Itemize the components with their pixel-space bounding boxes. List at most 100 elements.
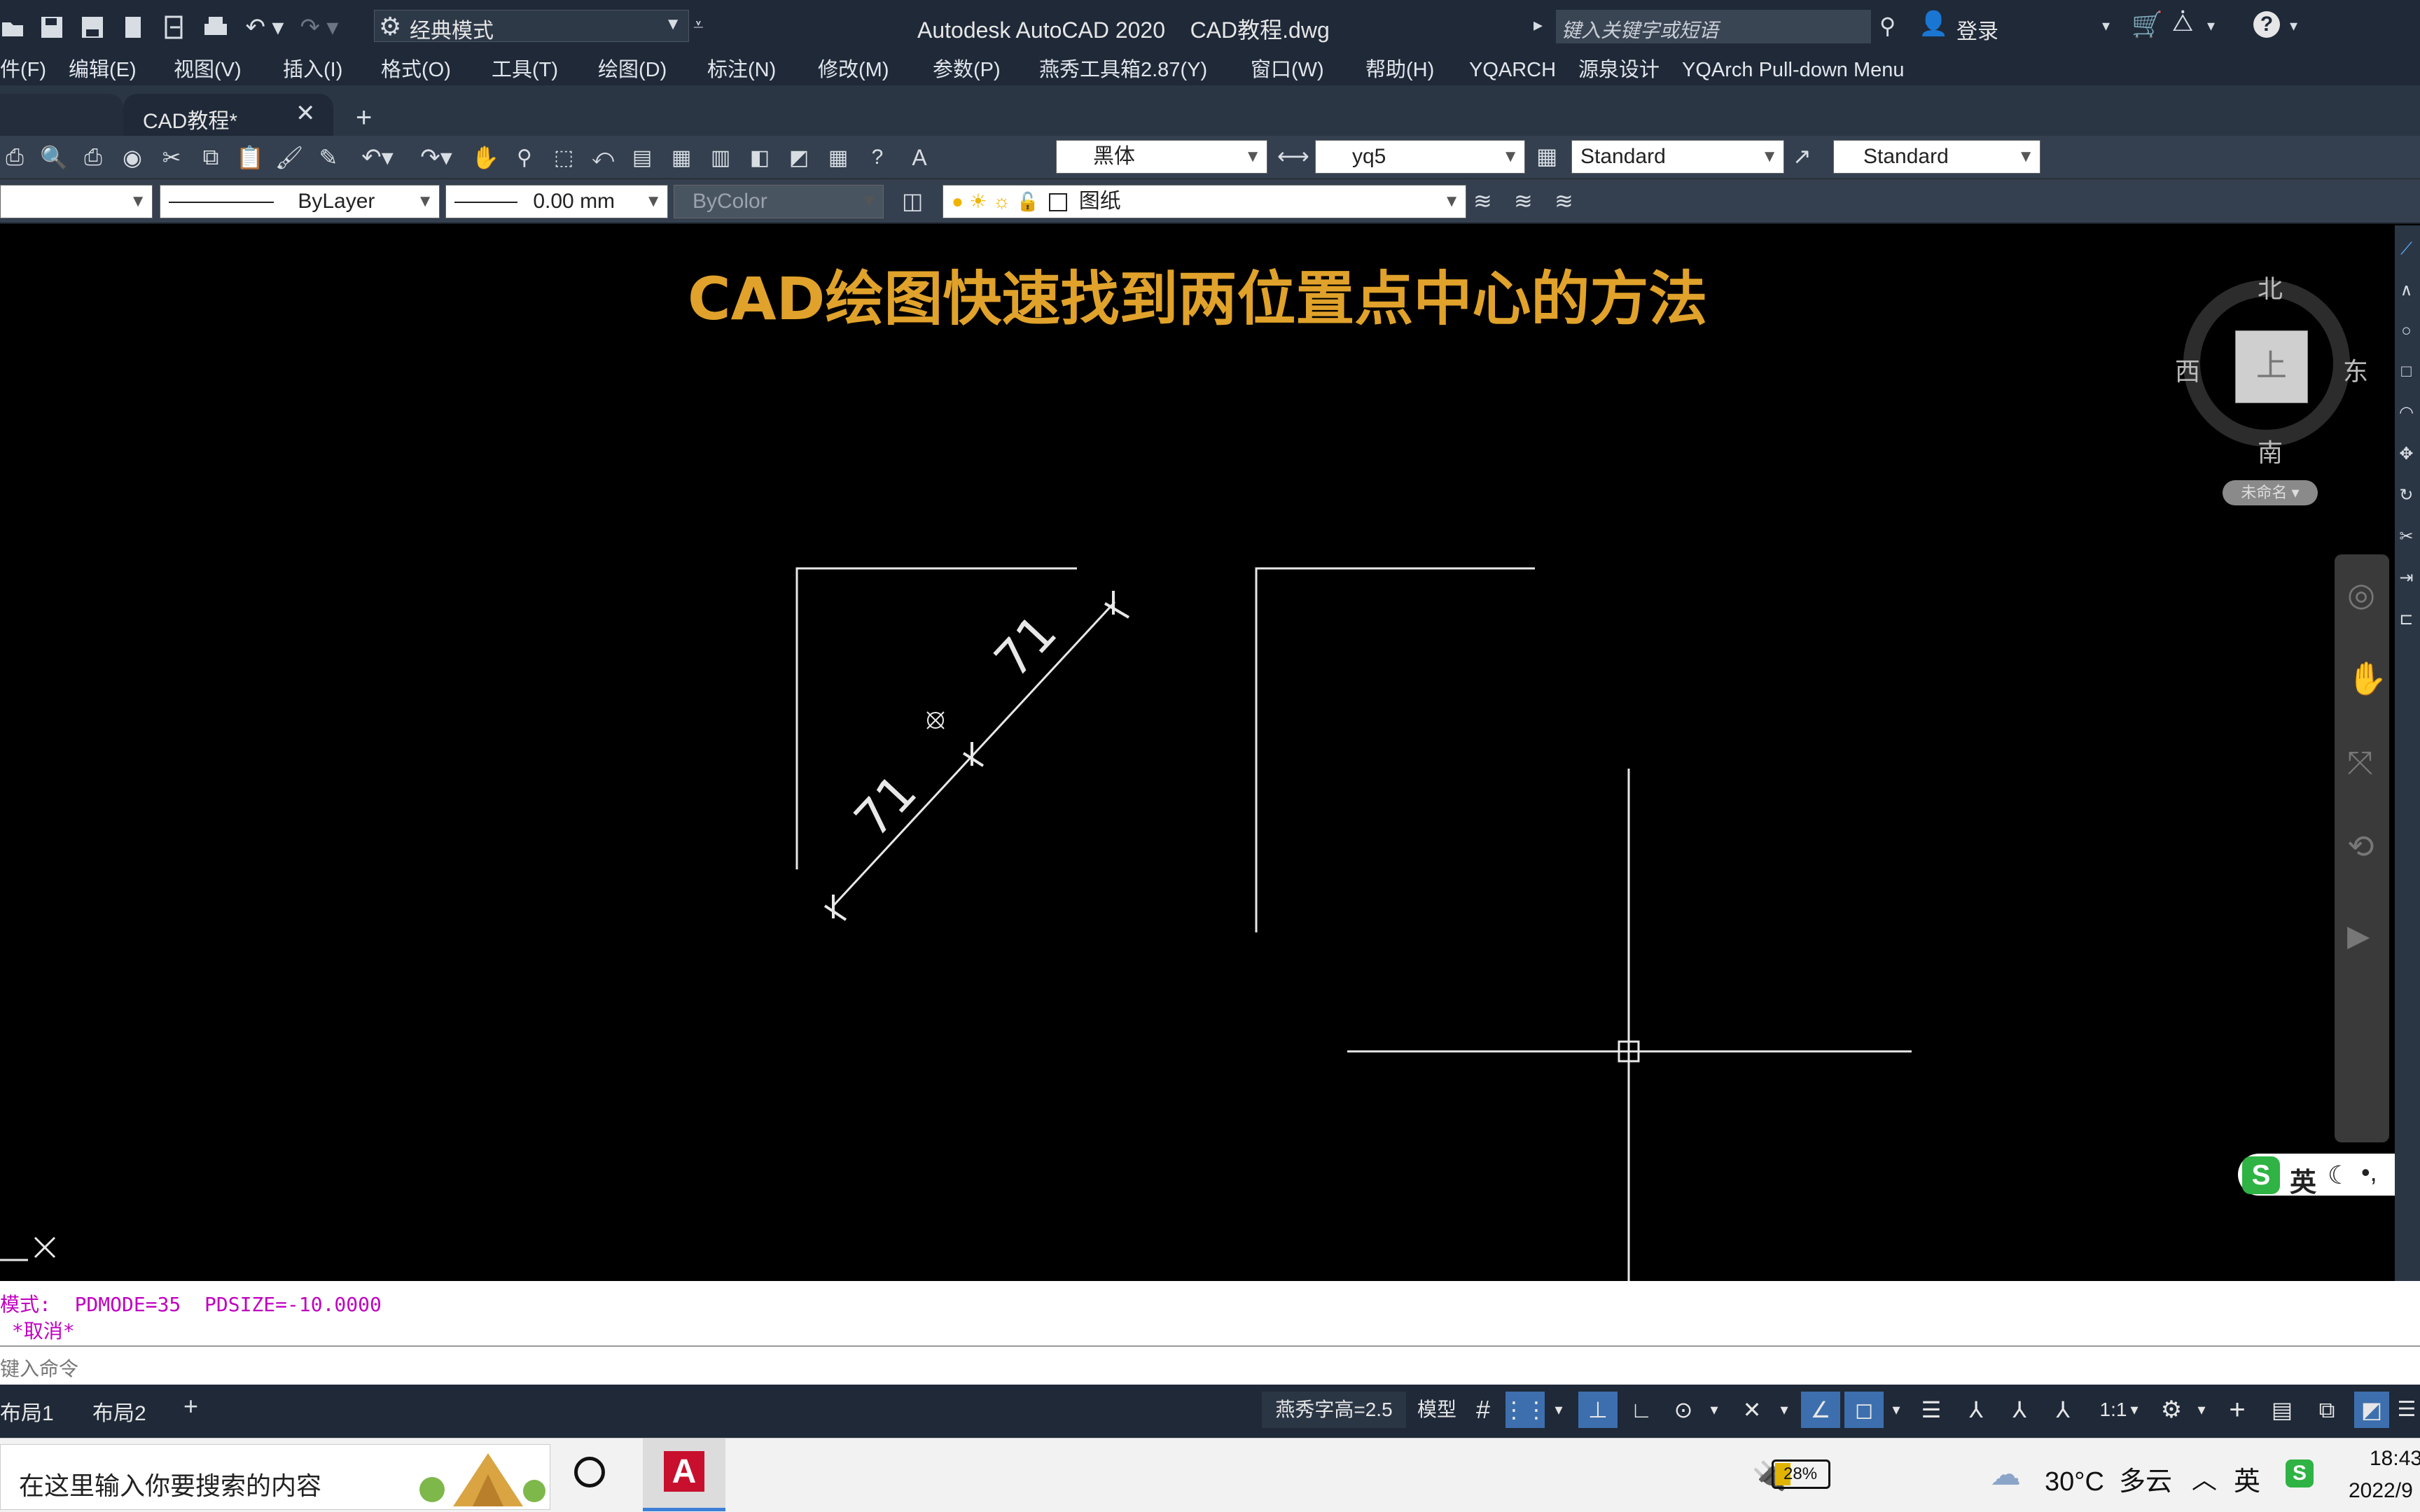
customize-quick-access-icon[interactable]: ⩡ bbox=[693, 14, 704, 36]
taskbar-search-box[interactable]: 在这里输入你要搜索的内容 bbox=[0, 1444, 550, 1510]
drawing-canvas[interactable]: CAD绘图快速找到两位置点中心的方法 71 71 北 南 西 东 上 未命名 ▾… bbox=[0, 225, 2395, 1281]
arc-tool-icon[interactable]: ◠ bbox=[2399, 402, 2414, 423]
light-bulb-icon[interactable]: ● bbox=[952, 186, 964, 218]
undo-icon[interactable]: ↶▾ bbox=[353, 144, 402, 172]
polyline-tool-icon[interactable]: ∧ bbox=[2399, 280, 2414, 300]
multileader-style-select[interactable]: Standard ▼ bbox=[1833, 140, 2040, 174]
layer-properties-icon[interactable]: ◫ bbox=[902, 188, 923, 214]
table-style-icon[interactable]: ▦ bbox=[1536, 143, 1557, 169]
login-button[interactable]: 登录 bbox=[1956, 14, 1998, 45]
redo-icon[interactable]: ↷▾ bbox=[412, 144, 461, 172]
chevron-down-icon[interactable]: ▾ bbox=[2122, 1392, 2147, 1428]
taskbar-date[interactable]: 2022/9 bbox=[2349, 1479, 2413, 1503]
ime-status-badge[interactable]: S 英 ☾ •, bbox=[2238, 1154, 2395, 1198]
preview-icon[interactable]: 🔍 bbox=[39, 144, 69, 171]
open-icon[interactable] bbox=[0, 13, 25, 41]
compass-south[interactable]: 南 bbox=[2258, 433, 2283, 469]
markup-icon[interactable]: ◩ bbox=[784, 146, 814, 170]
paste-icon[interactable]: 📋 bbox=[235, 144, 265, 171]
showmotion-icon[interactable]: ▶ bbox=[2347, 918, 2370, 953]
chevron-down-icon[interactable]: ▾ bbox=[1702, 1392, 1727, 1428]
multileader-style-icon[interactable]: ↗ bbox=[1793, 143, 1811, 169]
properties-icon[interactable]: ▤ bbox=[627, 146, 657, 170]
chevron-down-icon[interactable]: ▾ bbox=[1884, 1392, 1909, 1428]
menu-view[interactable]: 视图(V) bbox=[174, 55, 242, 85]
compass-west[interactable]: 西 bbox=[2175, 351, 2200, 388]
command-input[interactable]: 键入命令 bbox=[0, 1345, 2420, 1385]
chevron-right-icon[interactable]: ▸ bbox=[1534, 14, 1543, 36]
zoom-extents-icon[interactable]: ⤧ bbox=[2347, 743, 2373, 783]
polar-tracking-icon[interactable]: ⊙ bbox=[1665, 1392, 1702, 1428]
menu-draw[interactable]: 绘图(D) bbox=[598, 55, 667, 85]
menu-format[interactable]: 格式(O) bbox=[381, 55, 451, 85]
help-icon[interactable]: ? bbox=[2253, 11, 2280, 38]
steering-wheel-icon[interactable]: ◎ bbox=[2347, 575, 2375, 613]
print-icon[interactable]: ⎙ bbox=[0, 144, 29, 171]
line-tool-icon[interactable]: ⟋ bbox=[2399, 239, 2414, 259]
binoculars-icon[interactable]: ⚲ bbox=[1879, 13, 1896, 39]
object-snap-tracking-icon[interactable]: ∠ bbox=[1801, 1392, 1840, 1428]
table-style-select[interactable]: Standard ▼ bbox=[1571, 140, 1784, 174]
customize-icon[interactable]: ☰ bbox=[2393, 1392, 2420, 1428]
copy-icon[interactable]: ⧉ bbox=[196, 144, 225, 171]
menu-yqarch-pulldown[interactable]: YQArch Pull-down Menu bbox=[1682, 55, 1905, 85]
annotation-visibility-icon[interactable]: ⅄ bbox=[1958, 1392, 1994, 1428]
annotation-scale-icon[interactable]: ⅄ bbox=[2045, 1392, 2081, 1428]
chevron-down-icon[interactable]: ▾ bbox=[1772, 1392, 1797, 1428]
calculator-icon[interactable]: ▦ bbox=[823, 146, 853, 170]
print-icon[interactable] bbox=[200, 13, 231, 41]
dimension-style-select[interactable]: yq5 ▼ bbox=[1315, 140, 1525, 174]
taskbar-time[interactable]: 18:43 bbox=[2370, 1447, 2420, 1471]
layer-select[interactable]: ● ☀ ☼ 🔓 图纸 ▼ bbox=[943, 185, 1466, 218]
battery-indicator[interactable]: 28% bbox=[1772, 1460, 1830, 1489]
lock-icon[interactable]: 🔓 bbox=[1017, 186, 1039, 218]
3d-dwf-icon[interactable]: ◉ bbox=[118, 144, 147, 171]
pan-icon[interactable]: ✋ bbox=[2347, 659, 2387, 698]
chevron-down-icon[interactable]: ▾ bbox=[1545, 1392, 1573, 1428]
menu-yanxiu-toolbox[interactable]: 燕秀工具箱2.87(Y) bbox=[1039, 55, 1207, 85]
design-center-icon[interactable]: ▦ bbox=[667, 146, 696, 170]
linetype-select[interactable]: ByLayer ▼ bbox=[160, 185, 440, 218]
ucs-dropdown[interactable]: 未命名 ▾ bbox=[2223, 480, 2318, 505]
save-icon[interactable] bbox=[38, 13, 66, 41]
chevron-down-icon[interactable]: ▾ bbox=[2189, 1392, 2214, 1428]
menu-parametric[interactable]: 参数(P) bbox=[933, 55, 1001, 85]
menu-window[interactable]: 窗口(W) bbox=[1251, 55, 1324, 85]
new-tab-icon[interactable]: + bbox=[356, 102, 372, 134]
make-object-layer-current-icon[interactable]: ≋ bbox=[1473, 188, 1492, 214]
add-layout-icon[interactable]: + bbox=[183, 1392, 198, 1421]
grid-icon[interactable]: # bbox=[1465, 1392, 1501, 1428]
publish-icon[interactable] bbox=[119, 13, 147, 41]
autodesk-a360-icon[interactable]: ⧊ bbox=[2172, 10, 2193, 37]
text-height-indicator[interactable]: 燕秀字高=2.5 bbox=[1262, 1392, 1406, 1428]
menu-modify[interactable]: 修改(M) bbox=[818, 55, 889, 85]
lineweight-display-icon[interactable]: ☰ bbox=[1913, 1392, 1949, 1428]
save-as-icon[interactable] bbox=[78, 13, 106, 41]
sheet-set-icon[interactable]: ◧ bbox=[745, 146, 774, 170]
viewcube-top-face[interactable]: 上 bbox=[2235, 330, 2308, 403]
object-snap-icon[interactable]: ◻ bbox=[1844, 1392, 1884, 1428]
zoom-window-icon[interactable]: ⬚ bbox=[549, 146, 578, 170]
snap-icon[interactable]: ⋮⋮ bbox=[1503, 1392, 1548, 1428]
extend-tool-icon[interactable]: ⇥ bbox=[2399, 568, 2414, 588]
redo-icon[interactable]: ↷ ▾ bbox=[298, 13, 340, 41]
cart-icon[interactable]: 🛒 bbox=[2132, 10, 2163, 39]
menu-insert[interactable]: 插入(I) bbox=[283, 55, 342, 85]
close-icon[interactable]: ✕ bbox=[295, 99, 316, 127]
cut-icon[interactable]: ✂ bbox=[157, 144, 186, 171]
dimension-style-icon[interactable]: ⟷ bbox=[1277, 143, 1309, 169]
tab-cad-tutorial[interactable]: CAD教程* ✕ bbox=[123, 94, 333, 136]
text-style-icon[interactable]: A bbox=[902, 145, 937, 171]
help-icon[interactable]: ? bbox=[863, 146, 892, 169]
sun-icon[interactable]: ☀ bbox=[969, 186, 987, 218]
infer-constraints-icon[interactable]: ⊥ bbox=[1578, 1392, 1618, 1428]
workspace-switcher[interactable]: ⚙ 经典模式 ▼ bbox=[374, 10, 689, 43]
text-style-select[interactable]: 黑体 ▼ bbox=[1056, 140, 1267, 174]
ortho-icon[interactable]: ∟ bbox=[1623, 1392, 1660, 1428]
menu-tools[interactable]: 工具(T) bbox=[492, 55, 558, 85]
zoom-previous-icon[interactable]: ⤺ bbox=[588, 146, 618, 169]
menu-yuanquan-design[interactable]: 源泉设计 bbox=[1578, 55, 1660, 85]
menu-dimension[interactable]: 标注(N) bbox=[707, 55, 776, 85]
isolate-objects-icon[interactable]: ⧉ bbox=[2309, 1392, 2344, 1428]
export-icon[interactable] bbox=[160, 13, 188, 41]
